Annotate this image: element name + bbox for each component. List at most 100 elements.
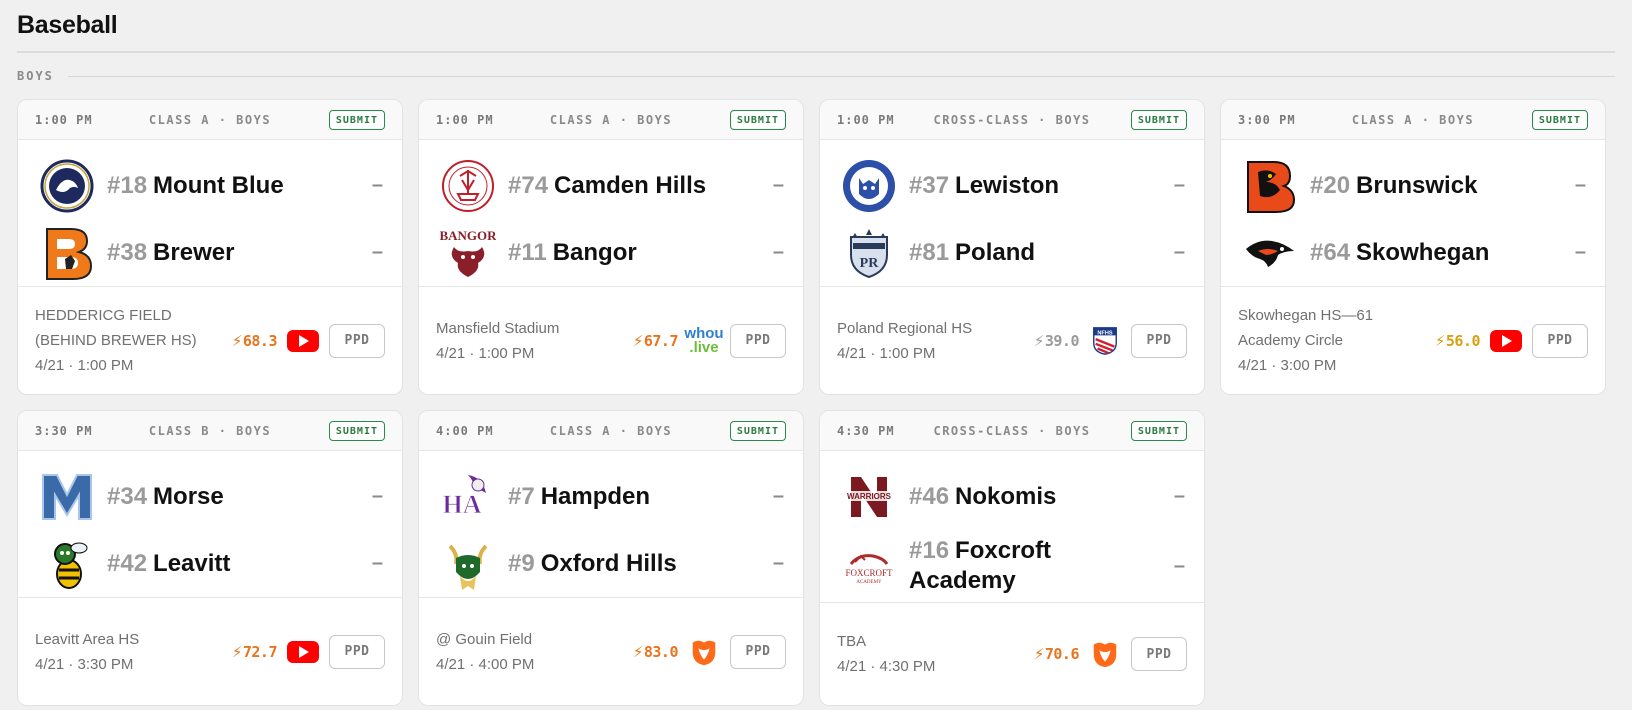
- submit-button[interactable]: SUBMIT: [729, 420, 786, 441]
- game-rating: ⚡ 70.6: [1033, 645, 1080, 663]
- venue-line: TBA: [837, 633, 867, 650]
- game-card[interactable]: 3:00 PM CLASS A · BOYS SUBMIT #20 Brunswi…: [1220, 99, 1606, 395]
- team-row[interactable]: PR #81 Poland –: [841, 219, 1185, 286]
- ppd-button[interactable]: PPD: [1131, 323, 1187, 358]
- game-card[interactable]: 4:00 PM CLASS A · BOYS SUBMIT HA #7 Hampd…: [418, 410, 804, 706]
- team-name: Brewer: [153, 238, 235, 266]
- svg-text:PR: PR: [860, 256, 880, 271]
- brunswick-logo: [1242, 158, 1298, 214]
- teams-block: #18 Mount Blue – #38 Brewer –: [18, 140, 402, 287]
- game-datetime: 4/21 · 1:00 PM: [837, 344, 936, 362]
- ppd-button[interactable]: PPD: [1532, 323, 1588, 358]
- team-row[interactable]: #18 Mount Blue –: [39, 152, 383, 219]
- team-row[interactable]: #37 Lewiston –: [841, 152, 1185, 219]
- team-row[interactable]: #34 Morse –: [39, 463, 383, 530]
- youtube-icon[interactable]: [1490, 325, 1522, 357]
- ppd-button[interactable]: PPD: [329, 323, 385, 358]
- game-card[interactable]: 1:00 PM CLASS A · BOYS SUBMIT #74 Camden …: [418, 99, 804, 395]
- brewer-logo: [39, 225, 95, 281]
- venue-info: TBA 4/21 · 4:30 PM: [837, 629, 1034, 679]
- foxcroft-logo: FOXCROFT ACADEMY: [841, 538, 897, 594]
- team-name: Bangor: [552, 238, 637, 266]
- team-label: #37 Lewiston: [909, 171, 1165, 201]
- team-name-line: Foxcroft: [955, 537, 1052, 564]
- card-header: 4:00 PM CLASS A · BOYS SUBMIT: [419, 411, 803, 451]
- submit-button[interactable]: SUBMIT: [1130, 109, 1187, 130]
- team-label: #81 Poland: [909, 238, 1165, 268]
- team-score: –: [772, 485, 784, 507]
- card-header: 1:00 PM CLASS A · BOYS SUBMIT: [419, 100, 803, 140]
- game-datetime: 4/21 · 3:30 PM: [35, 655, 134, 673]
- venue-line: Leavitt Area HS: [35, 630, 140, 648]
- card-header: 1:00 PM CLASS A · BOYS SUBMIT: [18, 100, 402, 140]
- rating-value: 68.3: [242, 331, 278, 350]
- team-row[interactable]: WARRIORS #46 Nokomis –: [841, 463, 1185, 530]
- hudl-icon[interactable]: [688, 636, 720, 668]
- team-row[interactable]: #9 Oxford Hills –: [440, 530, 784, 597]
- svg-text:HA: HA: [443, 490, 482, 519]
- team-row[interactable]: BANGOR #11 Bangor –: [440, 219, 784, 286]
- team-name: Morse: [153, 482, 224, 510]
- ppd-button[interactable]: PPD: [730, 323, 786, 358]
- youtube-icon[interactable]: [287, 325, 319, 357]
- team-rank: #20: [1310, 171, 1351, 199]
- team-rank: #37: [909, 171, 950, 199]
- leavitt-logo: [39, 536, 95, 592]
- team-row[interactable]: #42 Leavitt –: [39, 530, 383, 597]
- card-footer: @ Gouin Field 4/21 · 4:00 PM ⚡ 83.0 PPD: [419, 598, 803, 705]
- team-label: #7 Hampden: [508, 482, 764, 512]
- team-score: –: [371, 485, 383, 507]
- team-score: –: [1173, 485, 1185, 507]
- ppd-button[interactable]: PPD: [1131, 637, 1187, 671]
- card-footer: Mansfield Stadium 4/21 · 1:00 PM ⚡ 67.7 …: [419, 287, 803, 394]
- team-name: Mount Blue: [153, 171, 284, 199]
- game-card[interactable]: 1:00 PM CLASS A · BOYS SUBMIT #18 Mount B…: [17, 99, 403, 395]
- team-row[interactable]: #74 Camden Hills –: [440, 152, 784, 219]
- team-name: Brunswick: [1356, 171, 1478, 199]
- submit-button[interactable]: SUBMIT: [328, 420, 385, 441]
- card-footer: Poland Regional HS 4/21 · 1:00 PM ⚡ 39.0…: [820, 287, 1204, 394]
- team-row[interactable]: HA #7 Hampden –: [440, 463, 784, 530]
- team-name: Camden Hills: [554, 171, 707, 199]
- venue-info: Poland Regional HS 4/21 · 1:00 PM: [837, 316, 1034, 366]
- team-row[interactable]: FOXCROFT ACADEMY #16 Foxcroft Academy –: [841, 530, 1185, 602]
- submit-button[interactable]: SUBMIT: [328, 109, 385, 130]
- nfhs-icon[interactable]: NFHS: [1089, 325, 1121, 357]
- team-name: Hampden: [540, 482, 651, 510]
- teams-block: HA #7 Hampden – #9 Oxford Hills –: [419, 451, 803, 598]
- venue-line: HEDDERICG FIELD: [35, 307, 172, 324]
- ppd-button[interactable]: PPD: [329, 634, 385, 669]
- lightning-icon: ⚡: [1033, 645, 1045, 663]
- team-rank: #64: [1310, 238, 1351, 266]
- lewiston-logo: [841, 158, 897, 214]
- game-datetime: 4/21 · 4:00 PM: [436, 655, 535, 673]
- submit-button[interactable]: SUBMIT: [729, 109, 786, 130]
- svg-text:FOXCROFT: FOXCROFT: [845, 568, 893, 578]
- game-rating: ⚡ 67.7: [632, 331, 679, 350]
- game-card[interactable]: 4:30 PM CROSS-CLASS · BOYS SUBMIT WARRIO…: [819, 410, 1205, 706]
- youtube-icon[interactable]: [287, 636, 319, 668]
- card-header: 4:30 PM CROSS-CLASS · BOYS SUBMIT: [820, 411, 1204, 451]
- game-card[interactable]: 1:00 PM CROSS-CLASS · BOYS SUBMIT #37 Lew…: [819, 99, 1205, 395]
- game-card[interactable]: 3:30 PM CLASS B · BOYS SUBMIT #34 Morse –…: [17, 410, 403, 706]
- page-title: Baseball: [17, 11, 118, 39]
- mount-blue-logo: [39, 158, 95, 214]
- hudl-icon[interactable]: [1089, 638, 1121, 670]
- team-name: Leavitt: [153, 549, 231, 577]
- team-row[interactable]: #38 Brewer –: [39, 219, 383, 286]
- team-row[interactable]: #64 Skowhegan –: [1242, 219, 1586, 286]
- team-score: –: [1173, 554, 1185, 577]
- ppd-button[interactable]: PPD: [730, 634, 786, 669]
- team-row[interactable]: #20 Brunswick –: [1242, 152, 1586, 219]
- team-label: #42 Leavitt: [107, 549, 363, 579]
- game-time: 1:00 PM: [436, 112, 494, 127]
- whou-live-icon[interactable]: whou .live: [684, 325, 723, 357]
- venue-info: HEDDERICG FIELD (BEHIND BREWER HS) 4/21 ·…: [35, 303, 232, 378]
- team-score: –: [772, 552, 784, 574]
- rating-value: 67.7: [643, 331, 679, 350]
- submit-button[interactable]: SUBMIT: [1531, 109, 1588, 130]
- game-rating: ⚡ 72.7: [232, 643, 278, 661]
- lightning-icon: ⚡: [632, 331, 644, 350]
- venue-info: Mansfield Stadium 4/21 · 1:00 PM: [436, 316, 633, 366]
- submit-button[interactable]: SUBMIT: [1130, 420, 1187, 441]
